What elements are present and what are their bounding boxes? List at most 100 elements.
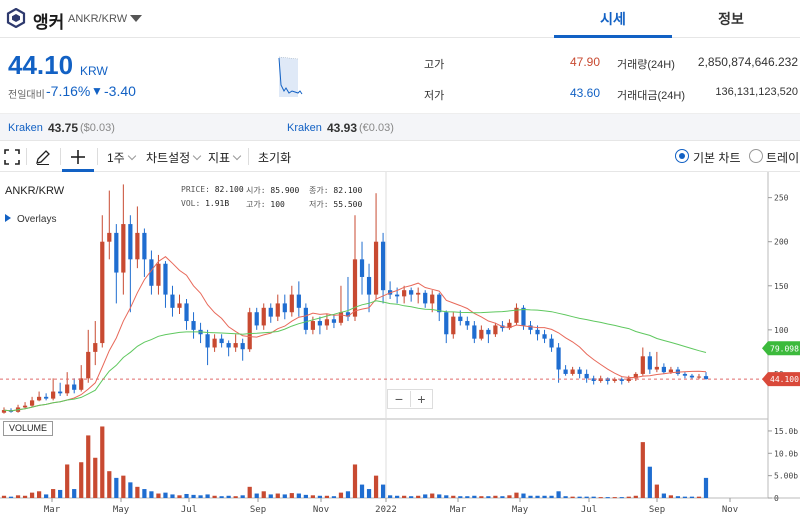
volume-bar [654,484,659,498]
overlays-toggle[interactable]: Overlays [5,214,56,225]
volume-bar [479,496,484,498]
change-amount: -3.40 [104,83,136,99]
volume-bar [437,494,442,498]
volume-bar [605,497,610,499]
volume-bar [521,493,526,498]
ohlc-vol-value: 1.91B [205,199,230,208]
candle-body [191,321,196,330]
volume-bar [703,477,709,498]
candle-body [458,316,463,322]
candlestick-chart-svg[interactable]: 2502001501005015.0b10.0b5.00b079.09844.1… [0,172,800,516]
zoom-out-button[interactable]: − [388,391,410,407]
volume-bar [79,462,84,498]
volume-bar [198,495,203,498]
indicators-dropdown[interactable]: 지표 [208,149,242,166]
last-price-tag: 44.100 [762,372,800,387]
volume-bar [458,496,463,498]
exchange-name[interactable]: Kraken [287,122,322,134]
volume-bar [444,495,449,498]
trading-chart-radio[interactable] [749,149,763,163]
volume-bar [29,492,35,498]
candle-body [107,232,112,242]
y-tick-label: 150 [774,282,789,291]
reset-button[interactable]: 초기화 [258,149,291,166]
exchange-name[interactable]: Kraken [8,122,43,134]
volume-bar [93,457,98,498]
volume-bar [549,495,554,498]
ohlc-open: 시가: 85.900 [246,185,299,196]
tab-quote[interactable]: 시세 [554,0,672,38]
interval-dropdown[interactable]: 1주 [107,149,136,166]
volume-bar [661,493,666,498]
volume-bar [352,464,358,498]
top-bar: 앵커 ANKR/KRW 시세 정보 [0,0,800,38]
exchange-price: 43.93 [327,121,358,135]
candle-body [451,316,456,335]
candle-body [654,366,659,370]
price-chart[interactable]: 2502001501005015.0b10.0b5.00b079.09844.1… [0,172,800,516]
volume-tick-label: 10.0b [774,449,798,458]
zoom-in-button[interactable]: + [410,391,432,407]
x-tick-label: Mar [450,505,467,515]
x-tick-label: Nov [313,505,329,515]
candle-body [317,321,323,326]
volume-bar [317,495,323,498]
volume-bar [8,496,14,498]
candle-body [72,384,77,390]
candle-body [29,400,35,406]
candle-body [303,307,308,330]
volume-bar [451,495,456,498]
basic-chart-radio[interactable] [675,149,689,163]
trading-chart-label[interactable]: 트레이딩 [766,149,800,166]
chevron-down-icon [192,151,202,161]
volume-bar [591,496,596,498]
candle-body [402,290,407,297]
candle-body [640,356,645,374]
basic-chart-label[interactable]: 기본 차트 [693,149,741,166]
candle-body [444,312,449,335]
ma-long-value-tag: 79.098 [762,341,800,356]
candle-body [437,294,442,313]
candle-body [65,384,70,394]
volume-value: 2,850,874,646.232 [697,55,798,69]
candle-body [261,307,266,326]
volume-panel-title: VOLUME [3,421,53,436]
candle-body [184,303,189,322]
ohlc-close: 종가: 82.100 [309,185,362,196]
candle-body [100,241,105,344]
chart-settings-dropdown[interactable]: 차트설정 [146,149,202,166]
y-tick-label: 200 [774,238,789,247]
volume-bar [345,491,351,498]
change-down-arrow-icon: ▼ [91,84,103,98]
candle-body [682,373,688,376]
volume-bar [205,494,210,498]
candle-body [359,259,365,277]
x-tick-label: Mar [44,505,61,515]
candle-body [121,224,126,273]
pencil-draw-icon[interactable] [34,148,52,166]
fullscreen-icon[interactable] [3,148,21,166]
candle-body [563,369,568,374]
volume-bar [430,493,435,498]
x-tick-label: Jul [181,505,197,515]
volume-bar [100,426,105,498]
y-tick-label: 250 [774,194,789,203]
chevron-down-icon [232,151,242,161]
change-label: 전일대비 [8,90,45,101]
tab-info[interactable]: 정보 [672,0,790,38]
volume-bar [500,496,505,498]
crosshair-icon[interactable] [69,148,87,166]
intraday-mini-chart [276,55,396,99]
ohlc-close-value: 82.100 [333,186,363,195]
volume-bar [402,495,407,498]
volume-bar [128,482,133,498]
candle-body [212,338,217,348]
ohlc-price-value: 82.100 [214,185,244,194]
candle-body [373,241,379,295]
amount-label: 거래대금(24H) [617,90,685,102]
candle-body [472,325,477,339]
ohlc-price: PRICE: 82.100 [181,185,244,194]
x-tick-label: May [512,505,529,515]
volume-bar [640,442,645,498]
coin-dropdown-chevron-icon[interactable] [130,15,142,22]
